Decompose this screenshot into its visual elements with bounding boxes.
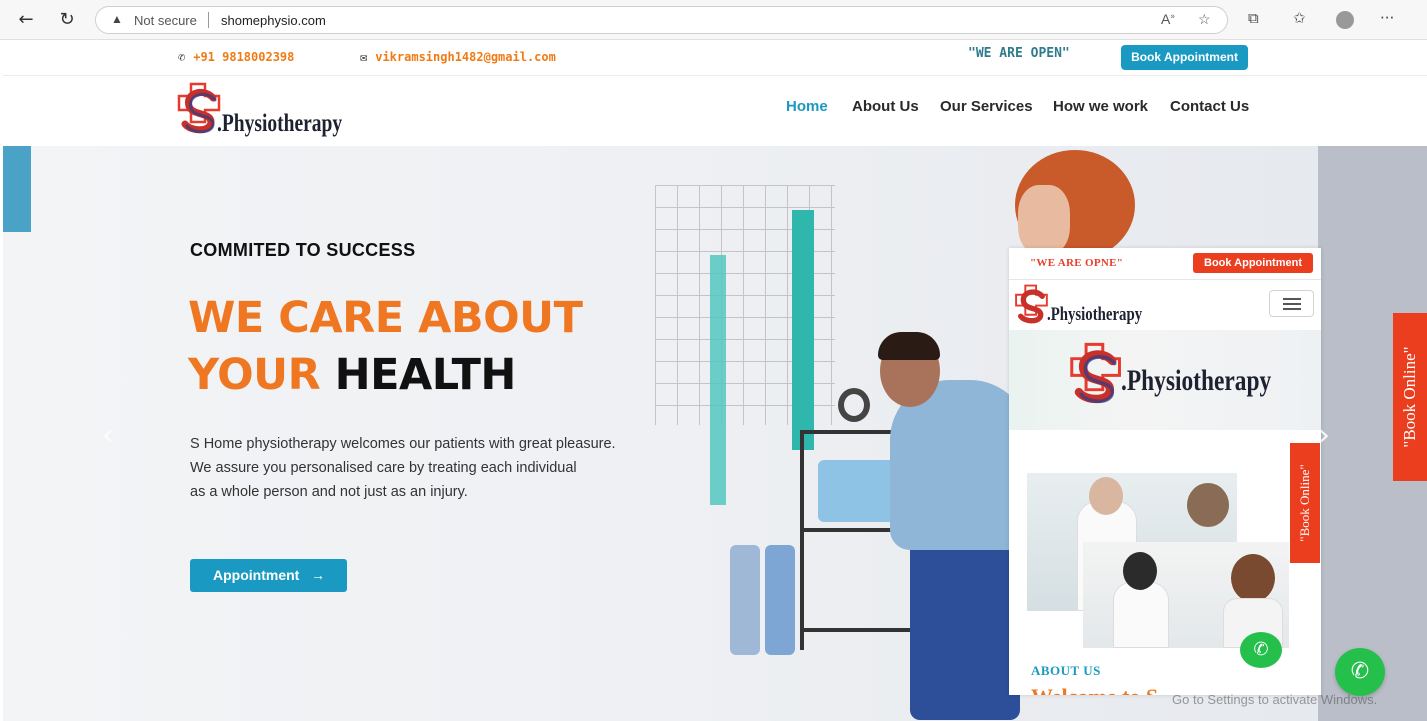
- patient-head: [1231, 554, 1275, 602]
- mobile-logo-text[interactable]: .Physiotherapy: [1047, 304, 1142, 326]
- hero-headline-line1: WE CARE ABOUT: [188, 293, 583, 343]
- hamburger-menu-icon[interactable]: [1269, 290, 1314, 317]
- windows-activation-watermark: Go to Settings to activate Windows.: [1172, 692, 1378, 707]
- email-contact[interactable]: ✉ vikramsingh1482@gmail.com: [360, 50, 556, 64]
- mobile-whatsapp-icon[interactable]: ✆: [1240, 632, 1282, 668]
- main-navigation: .Physiotherapy Home About Us Our Service…: [3, 76, 1427, 146]
- favorite-star-icon[interactable]: ☆: [1198, 11, 1211, 28]
- book-online-tab[interactable]: "Book Online": [1393, 313, 1427, 481]
- browser-toolbar: ← ↻ ▲ Not secure shomephysio.com A» ☆ ⧉ …: [0, 0, 1427, 40]
- nav-our-services[interactable]: Our Services: [940, 98, 1033, 115]
- appointment-button[interactable]: Appointment →: [190, 559, 347, 592]
- whatsapp-icon[interactable]: ✆: [1335, 648, 1385, 696]
- patient-image: [910, 520, 1020, 720]
- headline-word-health: HEALTH: [334, 350, 517, 400]
- read-aloud-icon[interactable]: A»: [1161, 11, 1175, 27]
- resistance-band-image: [710, 255, 726, 505]
- warning-icon: ▲: [111, 12, 123, 26]
- foam-roller-image: [765, 545, 795, 655]
- reload-icon[interactable]: ↻: [55, 8, 79, 32]
- banner-logo-icon: [1067, 342, 1129, 408]
- book-online-label: "Book Online": [1400, 346, 1419, 448]
- divider: [1009, 279, 1321, 280]
- patient-head: [1187, 483, 1229, 527]
- doctor-head: [1089, 477, 1123, 515]
- address-bar[interactable]: ▲ Not secure shomephysio.com A» ☆: [95, 6, 1228, 34]
- mobile-book-online-label: "Book Online": [1297, 464, 1312, 542]
- envelope-icon: ✉: [360, 50, 368, 64]
- nav-contact-us[interactable]: Contact Us: [1170, 98, 1249, 115]
- logo-text[interactable]: .Physiotherapy: [217, 110, 342, 138]
- hero-headline-line2: YOUR HEALTH: [188, 347, 516, 403]
- contact-bar: ✆ +91 9818002398 ✉ vikramsingh1482@gmail.c…: [3, 40, 1427, 76]
- mobile-book-appointment-button[interactable]: Book Appointment: [1193, 253, 1313, 273]
- hero-description-line: S Home physiotherapy welcomes our patien…: [190, 436, 616, 452]
- appointment-label: Appointment: [213, 567, 300, 583]
- more-icon[interactable]: ···: [1380, 9, 1394, 27]
- resistance-band-image: [792, 210, 814, 450]
- hero-description-line: as a whole person and not just as an inj…: [190, 484, 468, 500]
- kettlebell-image: [838, 388, 870, 422]
- security-label: Not secure: [134, 13, 197, 28]
- mobile-welcome-heading: Welcome to S: [1031, 684, 1158, 695]
- hero-description: S Home physiotherapy welcomes our patien…: [190, 432, 650, 504]
- phone-contact[interactable]: ✆ +91 9818002398: [178, 50, 294, 64]
- open-status: "WE ARE OPEN": [968, 46, 1070, 61]
- phone-number: +91 9818002398: [193, 50, 295, 64]
- nav-how-we-work[interactable]: How we work: [1053, 98, 1148, 115]
- hero-description-line: We assure you personalised care by treat…: [190, 460, 577, 476]
- url-text[interactable]: shomephysio.com: [221, 13, 326, 28]
- profile-avatar-icon[interactable]: [1336, 11, 1354, 29]
- favorites-icon[interactable]: ✩: [1293, 9, 1306, 27]
- therapist-face-image: [1018, 185, 1070, 255]
- arrow-right-icon: →: [311, 567, 325, 583]
- mobile-preview-window: "WE ARE OPNE" Book Appointment .Physioth…: [1009, 248, 1321, 695]
- mobile-book-online-tab[interactable]: "Book Online": [1290, 443, 1320, 563]
- divider: [208, 12, 209, 28]
- hero-kicker: COMMITED TO SUCCESS: [190, 240, 416, 260]
- email-address: vikramsingh1482@gmail.com: [375, 50, 556, 64]
- doctor-head: [1123, 552, 1157, 590]
- extensions-icon[interactable]: ⧉: [1248, 9, 1259, 27]
- nav-about-us[interactable]: About Us: [852, 98, 919, 115]
- phone-icon: ✆: [178, 50, 186, 64]
- corner-accent: [3, 146, 31, 232]
- back-icon[interactable]: ←: [14, 8, 38, 32]
- mobile-banner: .Physiotherapy: [1009, 330, 1321, 430]
- foam-roller-image: [730, 545, 760, 655]
- mobile-about-heading: ABOUT US: [1031, 663, 1101, 678]
- doctor-figure: [1113, 582, 1169, 648]
- mobile-open-status: "WE ARE OPNE": [1030, 257, 1124, 269]
- patient-hair-image: [878, 332, 940, 360]
- nav-home[interactable]: Home: [786, 98, 828, 115]
- banner-logo-text: .Physiotherapy: [1121, 364, 1272, 397]
- carousel-prev-icon[interactable]: ‹: [102, 418, 114, 453]
- headline-word-your: YOUR: [188, 350, 321, 400]
- book-appointment-button[interactable]: Book Appointment: [1121, 45, 1248, 70]
